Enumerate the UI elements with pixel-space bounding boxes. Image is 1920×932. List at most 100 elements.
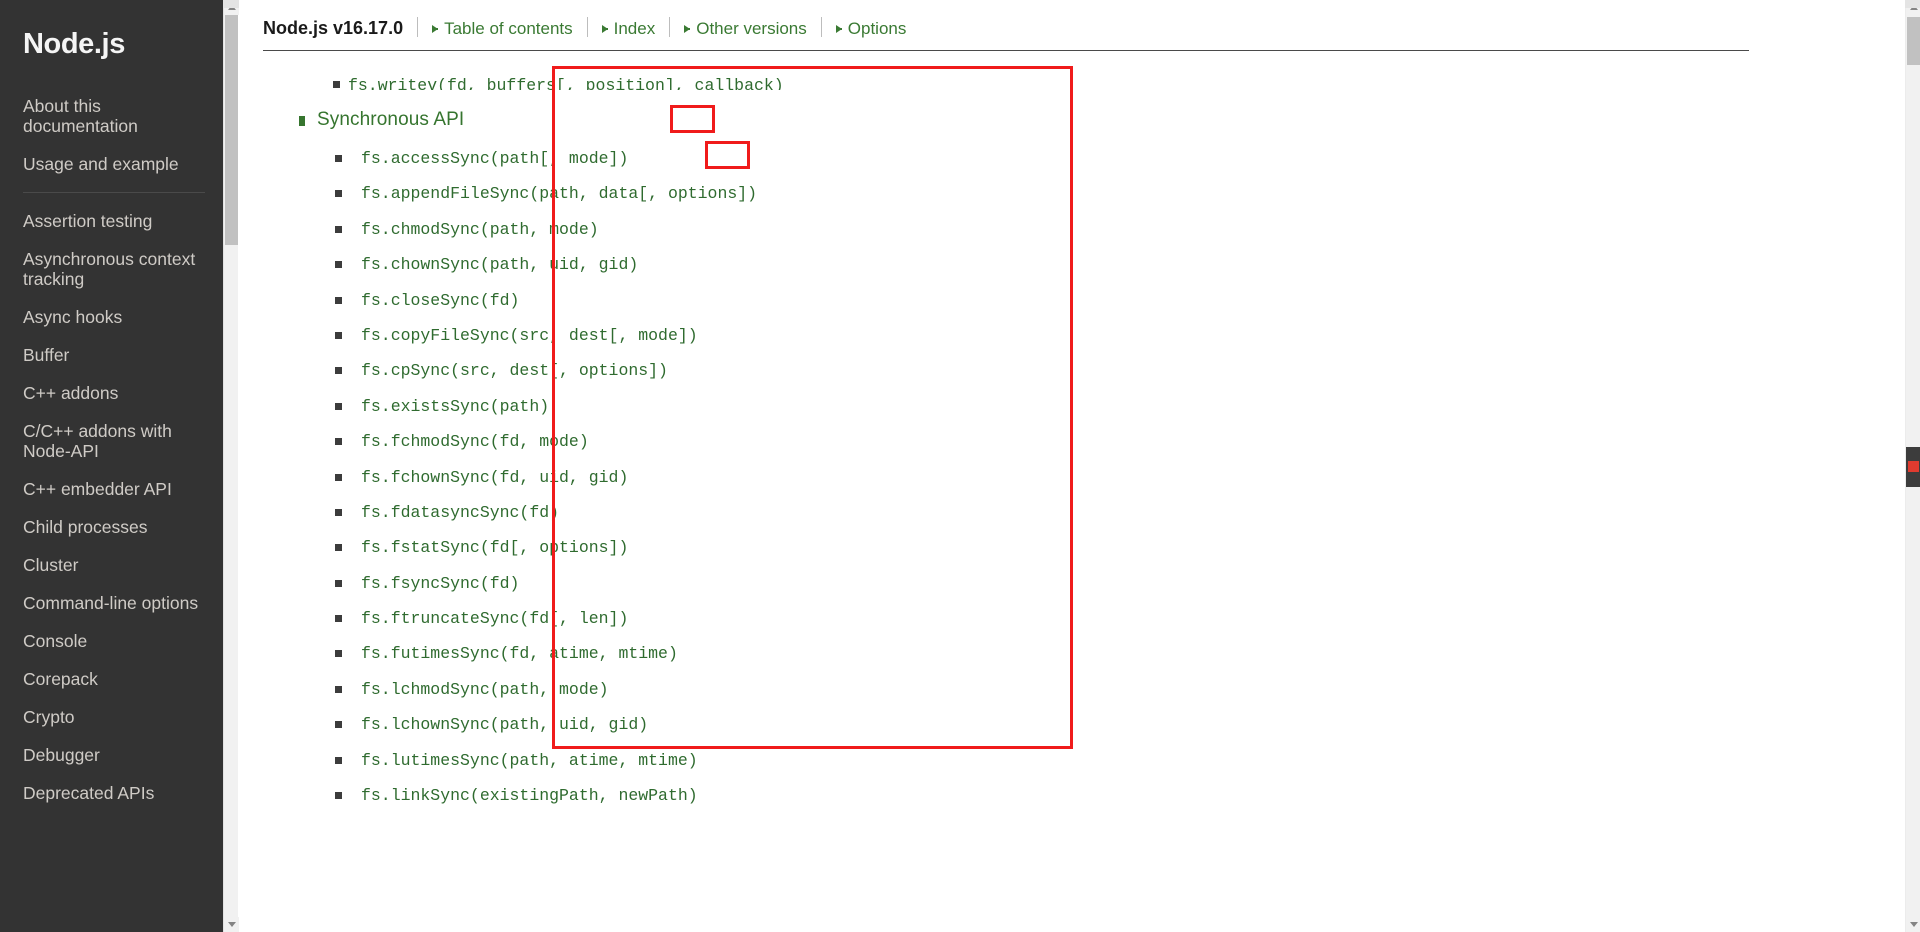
sidebar-link-label[interactable]: Debugger [23,736,205,774]
sidebar-item-deprecated-apis[interactable]: Deprecated APIs [0,774,223,812]
doc-header: Node.js v16.17.0 Table of contents Index… [263,14,920,39]
sidebar-link-label[interactable]: Asynchronous context tracking [23,240,205,298]
api-link-lchmodSync[interactable]: fs.lchmodSync(path, mode) [361,672,609,707]
clipped-list-item[interactable]: fs.writev(fd, buffers[, position], callb… [348,76,784,90]
sidebar-scrollbar-thumb[interactable] [225,15,238,245]
api-link-accessSync[interactable]: fs.accessSync(path[, mode]) [361,141,628,176]
sidebar-link-label[interactable]: Usage and example [23,145,205,183]
sidebar-link-label[interactable]: Deprecated APIs [23,774,205,812]
scrollbar-find-marker [1906,447,1920,487]
header-link-label: Other versions [696,19,807,38]
sidebar-item-assertion-testing[interactable]: Assertion testing [0,202,223,240]
nodejs-logo[interactable]: Node.js [0,0,223,87]
sidebar-item-cpp-addons[interactable]: C++ addons [0,374,223,412]
sidebar-item-buffer[interactable]: Buffer [0,336,223,374]
header-divider [586,17,588,37]
header-divider [669,17,671,37]
sidebar-item-crypto[interactable]: Crypto [0,698,223,736]
api-link-existsSync[interactable]: fs.existsSync(path) [361,389,549,424]
list-item: fs.fsyncSync(fd) [335,566,1535,601]
api-link-appendFileSync[interactable]: fs.appendFileSync(path, data[, options]) [361,176,757,211]
list-item: fs.appendFileSync(path, data[, options]) [335,176,1535,211]
sidebar-scroll-down-button[interactable] [224,917,239,932]
sidebar-link-label[interactable]: Command-line options [23,584,205,622]
list-item: fs.fchmodSync(fd, mode) [335,424,1535,459]
sidebar-link-label[interactable]: Assertion testing [23,202,205,240]
sidebar-link-label[interactable]: Async hooks [23,298,205,336]
sidebar-item-corepack[interactable]: Corepack [0,660,223,698]
list-item: fs.existsSync(path) [335,389,1535,424]
api-link-fdatasyncSync[interactable]: fs.fdatasyncSync(fd) [361,495,559,530]
sidebar-item-cluster[interactable]: Cluster [0,546,223,584]
api-link-cpSync[interactable]: fs.cpSync(src, dest[, options]) [361,353,668,388]
sidebar-link-label[interactable]: About this documentation [23,87,205,145]
sidebar-item-c-cpp-addons-with-node-api[interactable]: C/C++ addons with Node-API [0,412,223,470]
api-link-chmodSync[interactable]: fs.chmodSync(path, mode) [361,212,599,247]
section-heading: Synchronous API [317,109,465,130]
sidebar-divider [23,192,205,193]
sidebar-link-label[interactable]: Child processes [23,508,205,546]
sidebar-item-cpp-embedder-api[interactable]: C++ embedder API [0,470,223,508]
arrow-right-icon [432,25,439,33]
sidebar-link-label[interactable]: C++ embedder API [23,470,205,508]
list-item: fs.lchownSync(path, uid, gid) [335,707,1535,742]
sidebar-item-debugger[interactable]: Debugger [0,736,223,774]
sidebar-item-usage-and-example[interactable]: Usage and example [0,145,223,183]
header-link-options[interactable]: Options [822,19,921,39]
list-bullet [333,81,340,88]
list-item: fs.ftruncateSync(fd[, len]) [335,601,1535,636]
section-anchor-icon[interactable] [299,116,305,126]
sidebar-item-async-hooks[interactable]: Async hooks [0,298,223,336]
sidebar-scrollbar[interactable] [223,0,239,932]
sidebar-item-asynchronous-context-tracking[interactable]: Asynchronous context tracking [0,240,223,298]
sidebar-inner: Node.js About this documentation Usage a… [0,0,223,812]
list-bullet [335,579,342,587]
list-bullet [335,650,342,658]
list-item: fs.chmodSync(path, mode) [335,212,1535,247]
list-bullet [335,615,342,623]
page-scroll-down-button[interactable] [1906,917,1920,932]
sidebar-link-label[interactable]: C/C++ addons with Node-API [23,412,205,470]
api-link-ftruncateSync[interactable]: fs.ftruncateSync(fd[, len]) [361,601,628,636]
sidebar-link-label[interactable]: Crypto [23,698,205,736]
arrow-right-icon [835,25,842,33]
sidebar-link-label[interactable]: Buffer [23,336,205,374]
list-bullet [335,155,342,162]
list-item: fs.fdatasyncSync(fd) [335,495,1535,530]
list-item: fs.linkSync(existingPath, newPath) [335,778,1535,813]
header-link-label: Index [613,19,656,38]
api-link-copyFileSync[interactable]: fs.copyFileSync(src, dest[, mode]) [361,318,698,353]
list-bullet [335,261,342,269]
header-link-other-versions[interactable]: Other versions [670,19,821,39]
sidebar-top-nav: About this documentation Usage and examp… [0,87,223,183]
api-link-fsyncSync[interactable]: fs.fsyncSync(fd) [361,566,519,601]
list-item: fs.fchownSync(fd, uid, gid) [335,460,1535,495]
api-link-linkSync[interactable]: fs.linkSync(existingPath, newPath) [361,778,698,813]
list-item: fs.lutimesSync(path, atime, mtime) [335,743,1535,778]
api-link-chownSync[interactable]: fs.chownSync(path, uid, gid) [361,247,638,282]
sidebar-item-console[interactable]: Console [0,622,223,660]
list-item: fs.futimesSync(fd, atime, mtime) [335,636,1535,671]
api-link-lchownSync[interactable]: fs.lchownSync(path, uid, gid) [361,707,648,742]
list-bullet [335,225,342,233]
sidebar-link-label[interactable]: C++ addons [23,374,205,412]
page-scrollbar[interactable] [1905,0,1920,932]
api-link-fchownSync[interactable]: fs.fchownSync(fd, uid, gid) [361,460,628,495]
sidebar-item-command-line-options[interactable]: Command-line options [0,584,223,622]
sidebar-item-about-this-documentation[interactable]: About this documentation [0,87,223,145]
list-item: fs.cpSync(src, dest[, options]) [335,353,1535,388]
sidebar-link-label[interactable]: Console [23,622,205,660]
list-bullet [335,792,342,800]
sidebar-item-child-processes[interactable]: Child processes [0,508,223,546]
api-link-lutimesSync[interactable]: fs.lutimesSync(path, atime, mtime) [361,743,698,778]
api-link-fchmodSync[interactable]: fs.fchmodSync(fd, mode) [361,424,589,459]
sidebar-link-label[interactable]: Corepack [23,660,205,698]
header-link-index[interactable]: Index [588,19,670,39]
list-bullet [335,508,342,516]
sidebar-link-label[interactable]: Cluster [23,546,205,584]
api-link-fstatSync[interactable]: fs.fstatSync(fd[, options]) [361,530,628,565]
api-link-futimesSync[interactable]: fs.futimesSync(fd, atime, mtime) [361,636,678,671]
page-scrollbar-thumb[interactable] [1907,17,1920,65]
header-link-table-of-contents[interactable]: Table of contents [418,19,587,39]
api-link-closeSync[interactable]: fs.closeSync(fd) [361,283,519,318]
